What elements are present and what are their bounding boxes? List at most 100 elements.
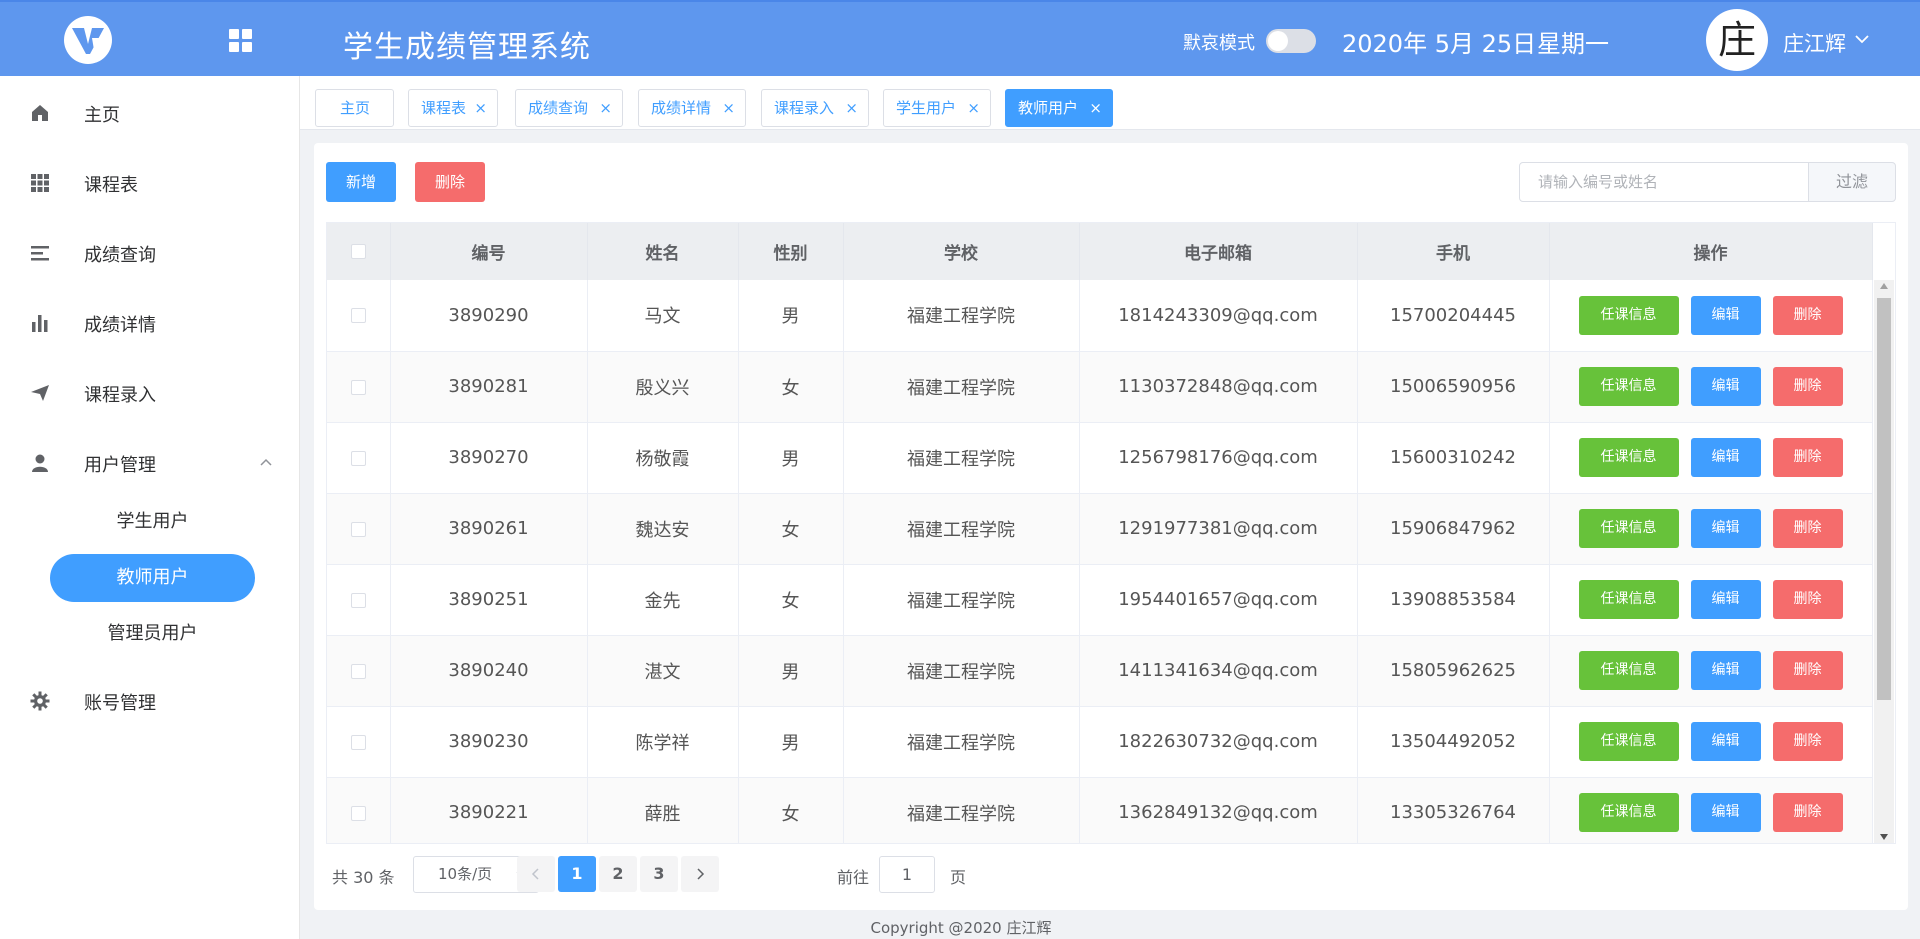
app-grid-icon[interactable] (229, 29, 253, 53)
row-checkbox[interactable] (350, 308, 366, 324)
scroll-down-icon[interactable] (1880, 834, 1888, 840)
edit-button[interactable]: 编辑 (1690, 651, 1761, 690)
sidebar-item-score-detail[interactable]: 成绩详情 (0, 295, 299, 351)
chevron-right-icon (697, 868, 705, 880)
edit-button[interactable]: 编辑 (1690, 438, 1761, 477)
course-info-button[interactable]: 任课信息 (1578, 580, 1679, 619)
sidebar-item-label: 用户管理 (84, 455, 156, 476)
delete-button[interactable]: 删除 (1772, 651, 1843, 690)
course-info-button[interactable]: 任课信息 (1578, 793, 1679, 832)
prev-page-button[interactable] (517, 856, 555, 892)
user-menu-name[interactable]: 庄江辉 (1783, 28, 1846, 58)
edit-button[interactable]: 编辑 (1690, 367, 1761, 406)
sidebar-item-schedule[interactable]: 课程表 (0, 155, 299, 211)
row-select-cell (327, 280, 391, 352)
cell-actions: 任课信息 编辑 删除 (1549, 564, 1873, 636)
tab-score-query[interactable]: 成绩查询 × (515, 89, 623, 127)
select-all-checkbox[interactable] (350, 244, 366, 259)
delete-button[interactable]: 删除 (1772, 722, 1843, 761)
edit-button[interactable]: 编辑 (1690, 295, 1761, 335)
app-title: 学生成绩管理系统 (343, 30, 591, 65)
close-icon[interactable]: × (967, 90, 980, 126)
sidebar-item-student-users[interactable]: 学生用户 (50, 498, 255, 546)
cell-phone: 13908853584 (1357, 564, 1550, 636)
edit-button[interactable]: 编辑 (1690, 509, 1761, 548)
page-button-3[interactable]: 3 (640, 856, 678, 892)
course-info-button[interactable]: 任课信息 (1578, 438, 1679, 477)
column-header[interactable]: 性别 (738, 223, 844, 280)
row-checkbox[interactable] (350, 521, 366, 537)
row-checkbox[interactable] (350, 663, 366, 679)
sidebar-item-user-management[interactable]: 用户管理 (0, 435, 299, 491)
edit-button[interactable]: 编辑 (1690, 722, 1761, 761)
sidebar-item-teacher-users[interactable]: 教师用户 (50, 554, 255, 602)
cell-phone: 15600310242 (1357, 422, 1550, 494)
batch-delete-button[interactable]: 删除 (415, 162, 485, 202)
page-button-2[interactable]: 2 (599, 856, 637, 892)
edit-button[interactable]: 编辑 (1690, 580, 1761, 619)
avatar[interactable]: 庄 (1706, 9, 1768, 71)
tab-student-users[interactable]: 学生用户 × (883, 89, 991, 127)
cell-email: 1362849132@qq.com (1079, 777, 1358, 843)
course-info-button[interactable]: 任课信息 (1578, 295, 1679, 335)
row-checkbox[interactable] (350, 379, 366, 395)
row-checkbox[interactable] (350, 592, 366, 608)
cell-email: 1411341634@qq.com (1079, 635, 1358, 707)
chevron-up-icon[interactable] (259, 457, 273, 467)
close-icon[interactable]: × (474, 90, 487, 126)
filter-button[interactable]: 过滤 (1808, 162, 1896, 202)
cell-gender: 男 (738, 422, 844, 494)
close-icon[interactable]: × (599, 90, 612, 126)
scrollbar-thumb[interactable] (1877, 298, 1891, 700)
delete-button[interactable]: 删除 (1772, 367, 1843, 406)
sidebar-item-account[interactable]: 账号管理 (0, 673, 299, 729)
column-header[interactable]: 姓名 (587, 223, 739, 280)
tab-home[interactable]: 主页 (315, 89, 394, 127)
sidebar-item-home[interactable]: 主页 (0, 85, 299, 141)
course-info-button[interactable]: 任课信息 (1578, 722, 1679, 761)
next-page-button[interactable] (681, 856, 719, 892)
sidebar-item-admin-users[interactable]: 管理员用户 (50, 610, 255, 658)
cell-phone: 13305326764 (1357, 777, 1550, 843)
row-checkbox[interactable] (350, 734, 366, 750)
dark-mode-switch[interactable] (1266, 29, 1316, 53)
course-info-button[interactable]: 任课信息 (1578, 509, 1679, 548)
table-row: 3890230 陈学祥 男 福建工程学院 1822630732@qq.com 1… (327, 706, 1873, 778)
tab-course-entry[interactable]: 课程录入 × (761, 89, 869, 127)
close-icon[interactable]: × (722, 90, 735, 126)
sidebar-item-score-query[interactable]: 成绩查询 (0, 225, 299, 281)
table-row: 3890261 魏达安 女 福建工程学院 1291977381@qq.com 1… (327, 493, 1873, 565)
table-scrollbar[interactable] (1874, 280, 1894, 843)
course-info-button[interactable]: 任课信息 (1578, 367, 1679, 406)
goto-page-input[interactable] (879, 856, 935, 893)
column-header[interactable]: 电子邮箱 (1079, 223, 1358, 280)
cell-id: 3890251 (390, 564, 588, 636)
row-checkbox[interactable] (350, 450, 366, 466)
tab-teacher-users[interactable]: 教师用户 × (1005, 89, 1113, 127)
tabs-bar: 主页 课程表 × 成绩查询 × 成绩详情 × 课程录入 × 学生用户 × 教师用户 × (300, 76, 1920, 130)
page-button-1[interactable]: 1 (558, 856, 596, 892)
search-input[interactable] (1519, 162, 1809, 202)
delete-button[interactable]: 删除 (1772, 438, 1843, 477)
chevron-down-icon[interactable] (1855, 32, 1869, 46)
cell-gender: 女 (738, 351, 844, 423)
cell-name: 薛胜 (587, 777, 739, 843)
scroll-up-icon[interactable] (1880, 283, 1888, 289)
add-button[interactable]: 新增 (326, 162, 396, 202)
column-header[interactable]: 学校 (843, 223, 1080, 280)
close-icon[interactable]: × (845, 90, 858, 126)
column-header[interactable]: 手机 (1357, 223, 1550, 280)
row-checkbox[interactable] (350, 805, 366, 821)
column-header[interactable]: 编号 (390, 223, 588, 280)
sidebar-item-course-entry[interactable]: 课程录入 (0, 365, 299, 421)
close-icon[interactable]: × (1089, 90, 1102, 126)
delete-button[interactable]: 删除 (1772, 295, 1843, 335)
delete-button[interactable]: 删除 (1772, 509, 1843, 548)
tab-schedule[interactable]: 课程表 × (408, 89, 498, 127)
delete-button[interactable]: 删除 (1772, 580, 1843, 619)
edit-button[interactable]: 编辑 (1690, 793, 1761, 832)
total-count: 共 30 条 (332, 868, 395, 887)
tab-score-detail[interactable]: 成绩详情 × (638, 89, 746, 127)
course-info-button[interactable]: 任课信息 (1578, 651, 1679, 690)
delete-button[interactable]: 删除 (1772, 793, 1843, 832)
